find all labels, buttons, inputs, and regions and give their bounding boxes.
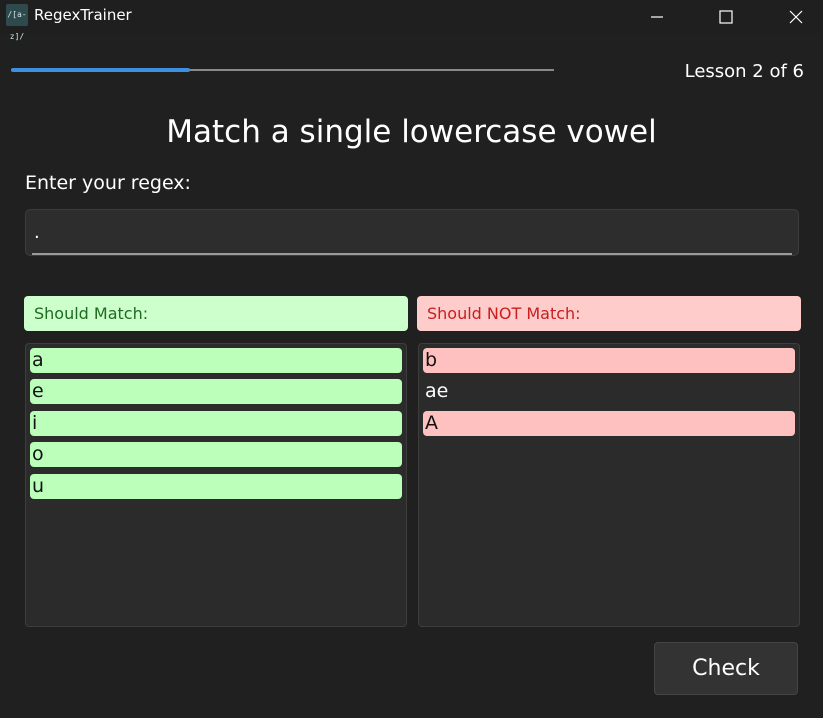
lesson-title: Match a single lowercase vowel: [166, 114, 657, 150]
regex-input[interactable]: [26, 210, 798, 255]
list-item: a: [30, 348, 402, 373]
check-button[interactable]: Check: [654, 642, 798, 695]
maximize-icon: [719, 10, 733, 24]
should-match-header: Should Match:: [24, 296, 408, 331]
should-not-match-list[interactable]: b ae A: [418, 343, 800, 627]
list-item: e: [30, 379, 402, 404]
regex-focus-underline: [32, 253, 792, 255]
maximize-button[interactable]: [703, 0, 749, 34]
list-item: ae: [425, 380, 449, 402]
app-icon: /[a-z]/: [6, 4, 28, 41]
close-icon: [789, 10, 803, 24]
lesson-progress-bar: [11, 68, 554, 72]
list-item: i: [30, 411, 402, 436]
regex-field-container: [25, 209, 799, 256]
progress-fill: [11, 68, 191, 72]
minimize-button[interactable]: [634, 0, 680, 34]
should-not-match-header: Should NOT Match:: [417, 296, 801, 331]
list-item: u: [30, 474, 402, 499]
title-bar: /[a-z]/ RegexTrainer: [0, 0, 823, 41]
window-title: RegexTrainer: [34, 6, 132, 24]
list-item: b: [423, 348, 795, 373]
should-match-list[interactable]: a e i o u: [25, 343, 407, 627]
minimize-icon: [651, 16, 663, 18]
regex-label: Enter your regex:: [25, 172, 191, 194]
list-item: A: [423, 411, 795, 436]
lesson-counter: Lesson 2 of 6: [684, 61, 804, 82]
close-button[interactable]: [773, 0, 819, 34]
list-item: o: [30, 442, 402, 467]
